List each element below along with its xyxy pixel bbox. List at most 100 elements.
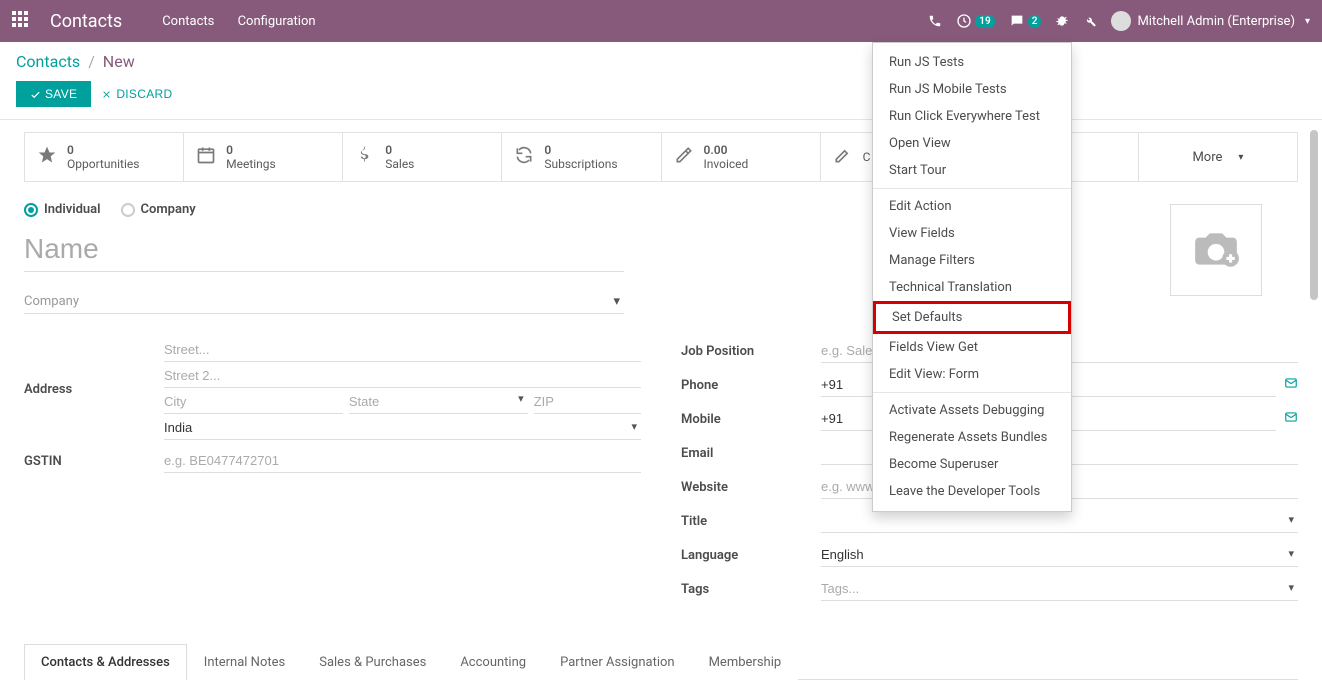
stat-opportunities[interactable]: 0Opportunities <box>25 133 184 181</box>
menu-separator <box>873 392 1071 393</box>
stat-meetings[interactable]: 0Meetings <box>184 133 343 181</box>
country-select[interactable] <box>164 416 641 440</box>
discard-label: DISCARD <box>116 87 172 101</box>
avatar-icon <box>1111 11 1131 31</box>
stat-sales[interactable]: 0Sales <box>343 133 502 181</box>
radio-individual[interactable]: Individual <box>24 202 101 217</box>
dev-edit-view-form[interactable]: Edit View: Form <box>873 361 1071 388</box>
radio-dot-icon <box>121 203 135 217</box>
label-gstin: GSTIN <box>24 454 164 469</box>
developer-tools-menu: Run JS Tests Run JS Mobile Tests Run Cli… <box>872 42 1072 512</box>
city-input[interactable] <box>164 390 343 414</box>
tab-contacts-addresses[interactable]: Contacts & Addresses <box>24 644 187 680</box>
street2-input[interactable] <box>164 364 641 388</box>
left-column: Address GSTIN <box>24 338 641 610</box>
company-select[interactable]: Company <box>24 290 624 314</box>
label-mobile: Mobile <box>681 412 821 427</box>
pencil-icon <box>674 145 694 169</box>
language-select[interactable] <box>821 543 1298 567</box>
dev-run-js-tests[interactable]: Run JS Tests <box>873 49 1071 76</box>
contact-type-radio: Individual Company <box>24 202 1298 217</box>
dev-start-tour[interactable]: Start Tour <box>873 157 1071 184</box>
tab-sales-purchases[interactable]: Sales & Purchases <box>302 644 443 680</box>
discard-button[interactable]: DISCARD <box>101 87 172 101</box>
gstin-input[interactable] <box>164 449 641 473</box>
nav-contacts[interactable]: Contacts <box>162 14 214 29</box>
breadcrumb-root[interactable]: Contacts <box>16 52 80 71</box>
zip-input[interactable] <box>534 390 641 414</box>
image-upload[interactable] <box>1170 204 1262 296</box>
tools-icon[interactable] <box>1083 14 1097 28</box>
nav-configuration[interactable]: Configuration <box>238 14 316 29</box>
star-icon <box>37 145 57 169</box>
menu-separator <box>873 188 1071 189</box>
name-input[interactable] <box>24 227 624 272</box>
edit-icon <box>833 145 853 169</box>
sms-icon[interactable] <box>1284 410 1298 428</box>
action-row: SAVE DISCARD <box>0 77 1322 120</box>
sms-icon[interactable] <box>1284 376 1298 394</box>
label-title: Title <box>681 514 821 529</box>
tab-internal-notes[interactable]: Internal Notes <box>187 644 302 680</box>
camera-icon <box>1191 223 1241 277</box>
caret-down-icon: ▾ <box>1305 16 1310 27</box>
calendar-icon <box>196 145 216 169</box>
tabs: Contacts & Addresses Internal Notes Sale… <box>24 644 1298 680</box>
dev-leave-tools[interactable]: Leave the Developer Tools <box>873 478 1071 505</box>
user-menu[interactable]: Mitchell Admin (Enterprise) ▾ <box>1111 11 1310 31</box>
dev-view-fields[interactable]: View Fields <box>873 220 1071 247</box>
title-select[interactable] <box>821 509 1298 533</box>
stat-invoiced[interactable]: 0.00Invoiced <box>662 133 821 181</box>
dev-become-superuser[interactable]: Become Superuser <box>873 451 1071 478</box>
label-website: Website <box>681 480 821 495</box>
dev-run-click-everywhere[interactable]: Run Click Everywhere Test <box>873 103 1071 130</box>
label-phone: Phone <box>681 378 821 393</box>
label-language: Language <box>681 548 821 563</box>
dev-technical-translation[interactable]: Technical Translation <box>873 274 1071 301</box>
phone-icon[interactable] <box>928 14 942 28</box>
messages-badge: 2 <box>1028 15 1042 28</box>
tags-input[interactable] <box>821 577 1298 601</box>
scrollbar[interactable] <box>1310 130 1318 300</box>
messages-icon[interactable]: 2 <box>1009 13 1042 29</box>
stat-more[interactable]: More ▾ <box>1139 133 1297 181</box>
breadcrumb-current: New <box>103 52 135 71</box>
dev-run-js-mobile[interactable]: Run JS Mobile Tests <box>873 76 1071 103</box>
form-columns: Address GSTIN Job P <box>24 338 1298 610</box>
radio-dot-icon <box>24 203 38 217</box>
dev-manage-filters[interactable]: Manage Filters <box>873 247 1071 274</box>
breadcrumb-sep: / <box>88 52 95 71</box>
stat-buttons: 0Opportunities 0Meetings 0Sales 0Subscri… <box>24 132 1298 182</box>
breadcrumb: Contacts / New <box>0 42 1322 77</box>
street-input[interactable] <box>164 338 641 362</box>
tab-membership[interactable]: Membership <box>692 644 799 680</box>
name-row: Company <box>24 227 1298 314</box>
label-job-position: Job Position <box>681 344 821 359</box>
app-title: Contacts <box>50 11 122 32</box>
dev-activate-assets-debug[interactable]: Activate Assets Debugging <box>873 397 1071 424</box>
stat-subscriptions[interactable]: 0Subscriptions <box>502 133 661 181</box>
tab-partner-assignation[interactable]: Partner Assignation <box>543 644 692 680</box>
dev-edit-action[interactable]: Edit Action <box>873 193 1071 220</box>
apps-icon[interactable] <box>12 11 32 31</box>
caret-down-icon: ▾ <box>1238 152 1243 163</box>
dev-set-defaults[interactable]: Set Defaults <box>873 301 1071 334</box>
topbar-right: 19 2 Mitchell Admin (Enterprise) ▾ <box>928 11 1310 31</box>
refresh-icon <box>514 145 534 169</box>
save-label: SAVE <box>45 87 77 101</box>
bug-icon[interactable] <box>1055 14 1069 28</box>
form-sheet: Individual Company Company Address <box>0 182 1322 620</box>
activities-badge: 19 <box>975 15 994 28</box>
label-tags: Tags <box>681 582 821 597</box>
dollar-icon <box>355 145 375 169</box>
save-button[interactable]: SAVE <box>16 81 91 107</box>
activities-icon[interactable]: 19 <box>956 13 994 29</box>
radio-company[interactable]: Company <box>121 202 196 217</box>
dev-regenerate-assets[interactable]: Regenerate Assets Bundles <box>873 424 1071 451</box>
label-email: Email <box>681 446 821 461</box>
dev-open-view[interactable]: Open View <box>873 130 1071 157</box>
state-input[interactable] <box>349 390 528 414</box>
topbar: Contacts Contacts Configuration 19 2 Mit… <box>0 0 1322 42</box>
tab-accounting[interactable]: Accounting <box>443 644 543 680</box>
dev-fields-view-get[interactable]: Fields View Get <box>873 334 1071 361</box>
